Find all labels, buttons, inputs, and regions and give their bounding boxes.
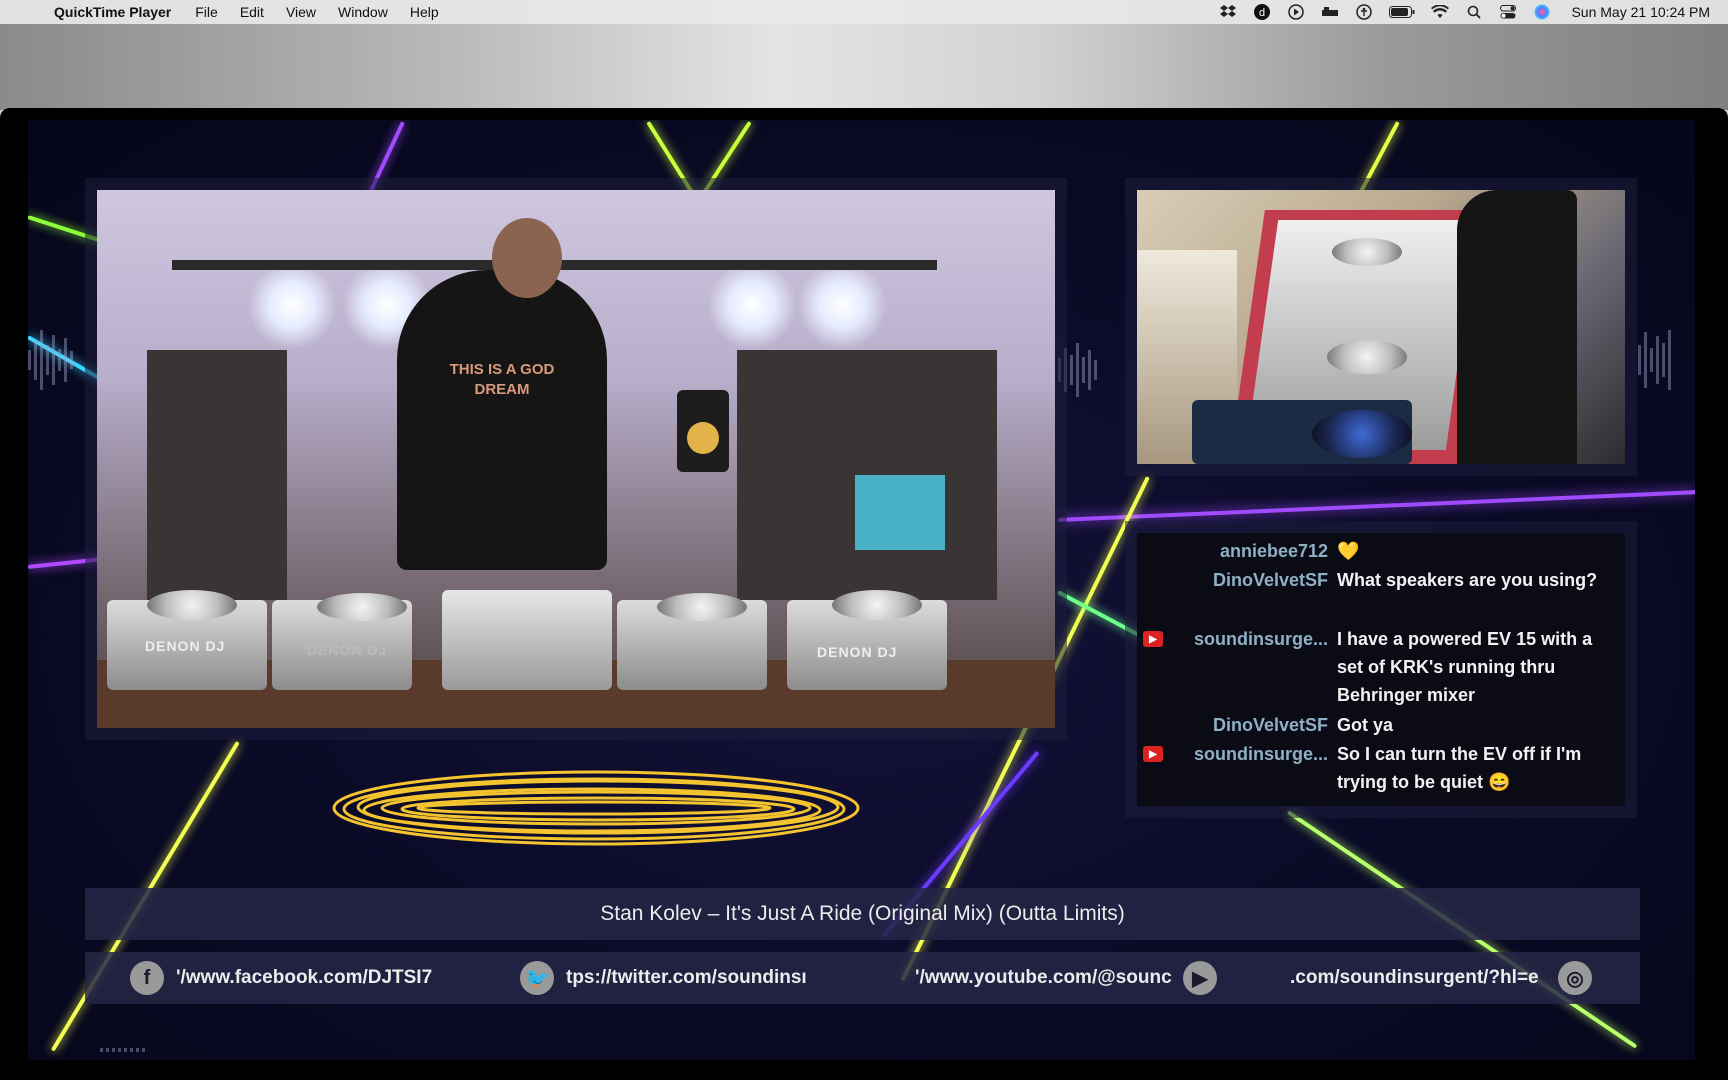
youtube-link[interactable]: '/www.youtube.com/@sounc ▶ xyxy=(915,952,1217,1004)
shirt-print: THIS IS A GOD DREAM xyxy=(449,361,555,398)
menu-clock[interactable]: Sun May 21 10:24 PM xyxy=(1571,4,1710,20)
audio-waveform xyxy=(100,1040,145,1060)
chat-text: Got ya xyxy=(1337,715,1394,735)
svg-text:d: d xyxy=(1259,7,1265,19)
now-playing-bar: Stan Kolev – It's Just A Ride (Original … xyxy=(85,888,1640,940)
twitter-link[interactable]: 🐦 tps://twitter.com/soundinsı xyxy=(520,952,826,1004)
audio-waveform xyxy=(1638,320,1671,400)
instagram-url: .com/soundinsurgent/?hl=e xyxy=(1290,967,1539,988)
chat-text: So I can turn the EV off if I'm trying t… xyxy=(1337,744,1582,792)
battery-icon[interactable] xyxy=(1389,3,1415,21)
siri-icon[interactable] xyxy=(1533,3,1551,21)
main-video-feed: THIS IS A GOD DREAM DENON DJ DENON DJ DE… xyxy=(97,190,1055,728)
instagram-icon: ◎ xyxy=(1558,961,1592,995)
chat-text: I have a powered EV 15 with a set of KRK… xyxy=(1337,629,1593,705)
chat-username: DinoVelvetSF xyxy=(1212,715,1328,735)
deck-label: DENON DJ xyxy=(817,644,898,660)
neon-beam xyxy=(1057,490,1695,522)
menu-bar: QuickTime Player File Edit View Window H… xyxy=(0,0,1728,24)
menu-file[interactable]: File xyxy=(195,4,218,20)
search-icon[interactable] xyxy=(1465,3,1483,21)
moderator-badge-icon: ▶ xyxy=(1143,631,1163,647)
redaction-scribble xyxy=(332,770,860,846)
chat-username: soundinsurge... xyxy=(1193,629,1328,649)
chat-text: What speakers are you using? xyxy=(1337,570,1598,590)
now-playing-title: Stan Kolev – It's Just A Ride (Original … xyxy=(600,902,1125,925)
menu-edit[interactable]: Edit xyxy=(240,4,264,20)
chat-username: DinoVelvetSF xyxy=(1212,570,1328,590)
overhead-camera-feed xyxy=(1137,190,1625,464)
accessibility-icon[interactable] xyxy=(1355,3,1373,21)
menu-window[interactable]: Window xyxy=(338,4,388,20)
chat-username: soundinsurge... xyxy=(1193,744,1328,764)
chat-username: anniebee712 xyxy=(1219,541,1328,561)
chat-panel: anniebee712 💛 DinoVelvetSF What speakers… xyxy=(1137,533,1625,806)
deck-label: DENON DJ xyxy=(145,638,226,654)
d-app-icon[interactable]: d xyxy=(1253,3,1271,21)
instagram-link[interactable]: .com/soundinsurgent/?hl=e ◎ xyxy=(1290,952,1592,1004)
deck-label: DENON DJ xyxy=(307,642,388,658)
moderator-badge-icon: ▶ xyxy=(1143,746,1163,762)
audio-waveform xyxy=(28,320,73,400)
youtube-icon: ▶ xyxy=(1183,961,1217,995)
dropbox-icon[interactable] xyxy=(1219,3,1237,21)
chat-text: 💛 xyxy=(1337,541,1360,561)
menu-help[interactable]: Help xyxy=(410,4,439,20)
facebook-url: '/www.facebook.com/DJTSI7 xyxy=(176,967,433,988)
app-menu[interactable]: QuickTime Player xyxy=(54,4,171,20)
twitter-icon: 🐦 xyxy=(520,961,554,995)
bed-icon[interactable] xyxy=(1321,3,1339,21)
twitter-url: tps://twitter.com/soundinsı xyxy=(566,967,807,988)
wifi-icon[interactable] xyxy=(1431,3,1450,21)
facebook-icon: f xyxy=(130,961,164,995)
facebook-link[interactable]: f '/www.facebook.com/DJTSI7 xyxy=(130,952,436,1004)
play-circle-icon[interactable] xyxy=(1287,3,1305,21)
control-center-icon[interactable] xyxy=(1499,3,1517,21)
social-links-bar: f '/www.facebook.com/DJTSI7 🐦 tps://twit… xyxy=(85,952,1640,1004)
menu-view[interactable]: View xyxy=(286,4,316,20)
youtube-url: '/www.youtube.com/@sounc xyxy=(915,967,1172,988)
